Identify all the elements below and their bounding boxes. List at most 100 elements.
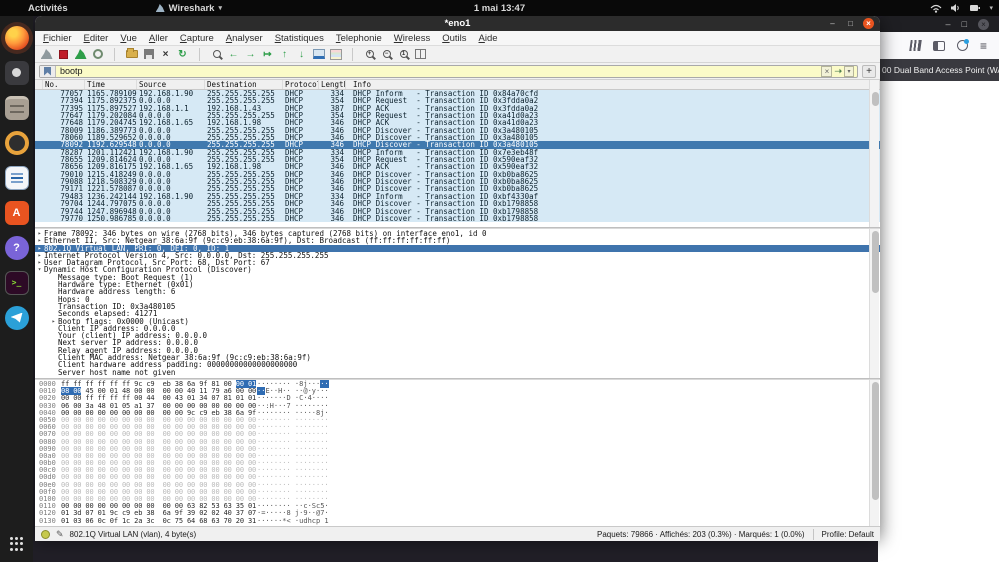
dock-item[interactable]: A xyxy=(0,195,33,230)
maximize-button[interactable]: □ xyxy=(845,18,856,29)
expander-icon[interactable] xyxy=(49,325,58,332)
dock-item[interactable] xyxy=(0,160,33,195)
dock-item[interactable] xyxy=(0,90,33,125)
expander-icon[interactable] xyxy=(49,369,58,376)
packet-row[interactable]: 79088 1218.5083290… 0.0.0.0 255.255.255.… xyxy=(35,178,880,185)
detail-row[interactable]: Server host name not given xyxy=(35,369,880,376)
expander-icon[interactable]: ▸ xyxy=(35,230,44,237)
dock-item[interactable]: >_ xyxy=(0,265,33,300)
expander-icon[interactable] xyxy=(49,288,58,295)
packet-row[interactable]: 79010 1215.4182499… 0.0.0.0 255.255.255.… xyxy=(35,171,880,178)
expander-icon[interactable] xyxy=(49,354,58,361)
filter-dropdown-button[interactable]: ▾ xyxy=(844,66,854,77)
packet-row[interactable]: 79171 1221.5780875… 0.0.0.0 255.255.255.… xyxy=(35,185,880,192)
packet-row[interactable]: 79483 1236.2421441… 192.168.1.90 255.255… xyxy=(35,193,880,200)
expander-icon[interactable]: ▾ xyxy=(35,266,44,273)
column-header-info[interactable]: Info xyxy=(346,80,880,89)
packet-row[interactable]: 78092 1192.6295484… 0.0.0.0 255.255.255.… xyxy=(35,141,880,148)
column-header-destination[interactable]: Destination xyxy=(205,80,283,89)
firefox-maximize-button[interactable]: □ xyxy=(962,19,967,29)
packet-row[interactable]: 77395 1175.8975276… 192.168.1.1 192.168.… xyxy=(35,105,880,112)
scrollbar-thumb[interactable] xyxy=(872,231,879,293)
menu-item[interactable]: Capture xyxy=(174,33,220,44)
scrollbar-thumb[interactable] xyxy=(872,382,879,500)
sidebar-icon[interactable] xyxy=(933,41,945,51)
expander-icon[interactable] xyxy=(49,347,58,354)
expander-icon[interactable]: ▸ xyxy=(35,252,44,259)
expander-icon[interactable]: ▸ xyxy=(49,318,58,325)
hex-row[interactable]: 0130 01 03 06 0c 0f 1c 2a 3c 0c 75 64 68… xyxy=(35,518,880,525)
packet-row[interactable]: 79744 1247.8969482… 0.0.0.0 255.255.255.… xyxy=(35,208,880,215)
packet-row[interactable]: 78009 1186.3897738… 0.0.0.0 255.255.255.… xyxy=(35,127,880,134)
menu-item[interactable]: Fichier xyxy=(37,33,78,44)
packet-row[interactable]: 79770 1250.9867858… 0.0.0.0 255.255.255.… xyxy=(35,215,880,222)
packet-row[interactable]: 77057 1165.7891093… 192.168.1.90 255.255… xyxy=(35,90,880,97)
column-header-source[interactable]: Source xyxy=(137,80,205,89)
hex-scrollbar[interactable] xyxy=(869,380,879,526)
filter-clear-button[interactable]: × xyxy=(821,66,832,77)
expander-icon[interactable] xyxy=(49,281,58,288)
status-profile[interactable]: Profile: Default xyxy=(822,530,874,539)
expander-icon[interactable] xyxy=(49,339,58,346)
filter-apply-button[interactable]: ➝ xyxy=(834,66,842,77)
menu-item[interactable]: Outils xyxy=(436,33,472,44)
capture-comment-icon[interactable]: ✎ xyxy=(56,529,64,540)
menu-item[interactable]: Wireless xyxy=(388,33,436,44)
page-title-strip[interactable]: 00 Dual Band Access Point (WAX610) xyxy=(878,59,999,81)
activities-button[interactable]: Activités xyxy=(28,3,68,14)
expander-icon[interactable] xyxy=(49,303,58,310)
menu-icon[interactable]: ≡ xyxy=(980,41,987,51)
menu-item[interactable]: Editer xyxy=(78,33,115,44)
menu-item[interactable]: Analyser xyxy=(220,33,269,44)
column-header-protocol[interactable]: Protocol xyxy=(283,80,319,89)
packet-list-scrollbar[interactable] xyxy=(869,80,879,227)
app-menu[interactable]: Wireshark ▾ xyxy=(156,3,222,14)
expander-icon[interactable]: ▸ xyxy=(35,259,44,266)
detail-row[interactable]: Hardware address length: 6 xyxy=(35,288,880,295)
packet-row[interactable]: 78655 1209.8146242… 0.0.0.0 255.255.255.… xyxy=(35,156,880,163)
packet-row[interactable]: 78287 1201.1124212… 192.168.1.90 255.255… xyxy=(35,149,880,156)
menu-item[interactable]: Vue xyxy=(114,33,143,44)
menu-item[interactable]: Telephonie xyxy=(330,33,388,44)
dock-item[interactable] xyxy=(0,20,33,55)
show-applications-button[interactable] xyxy=(0,531,33,557)
hex-ascii[interactable]: ······*< ·udhcp 1 xyxy=(257,518,329,525)
expander-icon[interactable] xyxy=(49,274,58,281)
menu-item[interactable]: Statistiques xyxy=(269,33,330,44)
menu-item[interactable]: Aller xyxy=(143,33,174,44)
clock[interactable]: 1 mai 13:47 xyxy=(474,3,525,14)
expander-icon[interactable] xyxy=(49,310,58,317)
column-header-length[interactable]: Length xyxy=(319,80,346,89)
dock-item[interactable] xyxy=(0,125,33,160)
expander-icon[interactable] xyxy=(49,361,58,368)
dock-item[interactable] xyxy=(0,55,33,90)
menu-item[interactable]: Aide xyxy=(473,33,504,44)
packet-row[interactable]: 77647 1179.2020848… 0.0.0.0 255.255.255.… xyxy=(35,112,880,119)
minimize-button[interactable]: – xyxy=(827,18,838,29)
firefox-close-button[interactable]: × xyxy=(978,19,989,30)
column-header-no[interactable]: No. xyxy=(43,80,85,89)
expert-info-icon[interactable] xyxy=(41,530,50,539)
expander-icon[interactable]: ▸ xyxy=(35,245,44,252)
filter-bookmark-button[interactable] xyxy=(40,66,56,77)
filter-value[interactable]: bootp xyxy=(56,66,821,76)
detail-row[interactable]: Transaction ID: 0x3a480105 xyxy=(35,303,880,310)
expander-icon[interactable] xyxy=(49,332,58,339)
packet-row[interactable]: 78060 1189.5296520… 0.0.0.0 255.255.255.… xyxy=(35,134,880,141)
library-icon[interactable] xyxy=(909,40,922,51)
account-icon[interactable] xyxy=(957,40,968,51)
expander-icon[interactable]: ▸ xyxy=(35,237,44,244)
dock-item[interactable] xyxy=(0,300,33,335)
wireshark-titlebar[interactable]: *eno1 – □ × xyxy=(35,16,880,31)
packet-row[interactable]: 79704 1244.7970756… 0.0.0.0 255.255.255.… xyxy=(35,200,880,207)
filter-add-button[interactable]: + xyxy=(862,65,876,78)
expander-icon[interactable] xyxy=(49,296,58,303)
column-header-time[interactable]: Time xyxy=(85,80,137,89)
system-status-area[interactable]: ▾ xyxy=(930,0,993,16)
packet-row[interactable]: 77394 1175.8923759… 0.0.0.0 255.255.255.… xyxy=(35,97,880,104)
packet-row[interactable]: 77648 1179.2047454… 192.168.1.65 192.168… xyxy=(35,119,880,126)
scrollbar-thumb[interactable] xyxy=(872,92,879,106)
display-filter-input[interactable]: bootp × ➝ ▾ xyxy=(39,65,858,78)
firefox-minimize-button[interactable]: – xyxy=(946,19,951,29)
dock-item[interactable]: ? xyxy=(0,230,33,265)
